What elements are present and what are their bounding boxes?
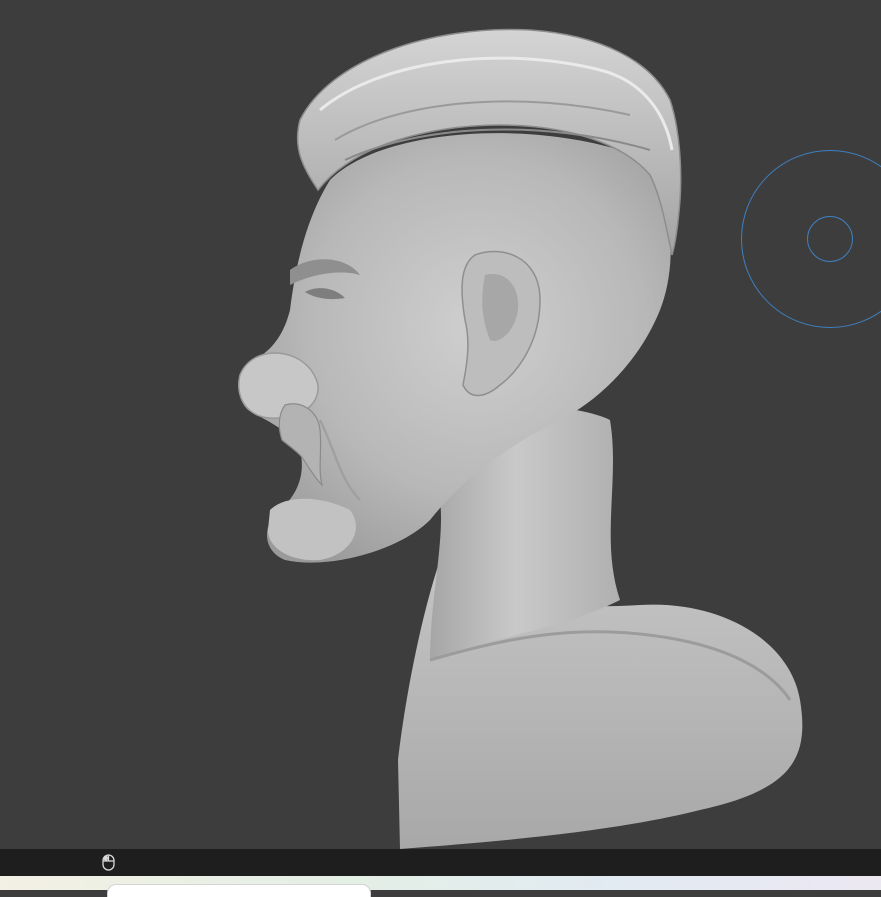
brush-strength-cursor xyxy=(807,216,853,262)
status-bar xyxy=(0,849,881,876)
os-taskbar xyxy=(0,876,881,897)
sculpt-model xyxy=(238,28,803,849)
mouse-icon xyxy=(102,854,115,871)
3d-viewport[interactable] xyxy=(0,0,881,849)
mustache xyxy=(278,403,324,488)
taskbar-search-pill[interactable] xyxy=(108,885,370,897)
